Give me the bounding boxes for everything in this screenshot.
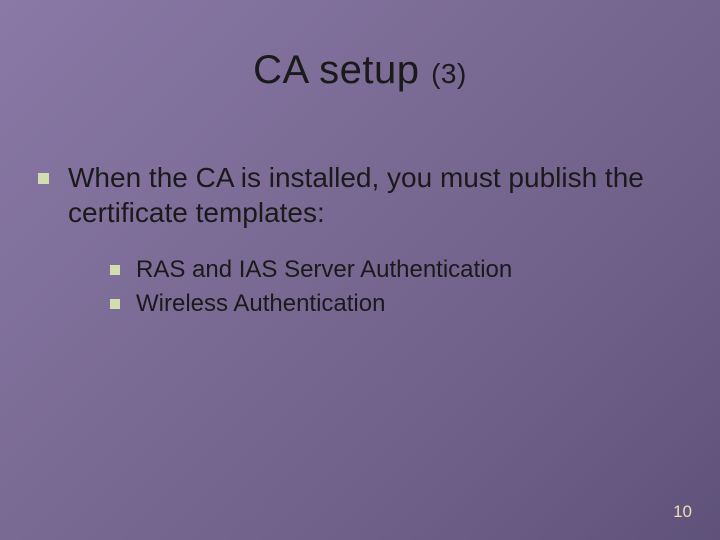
bullet-level2-text: RAS and IAS Server Authentication <box>136 256 512 283</box>
slide-body: When the CA is installed, you must publi… <box>38 160 680 323</box>
square-bullet-icon <box>38 173 49 184</box>
page-number: 10 <box>673 502 692 522</box>
bullet-level2: RAS and IAS Server Authentication <box>110 254 680 286</box>
bullet-level2-group: RAS and IAS Server Authentication Wirele… <box>38 254 680 321</box>
bullet-level1-text: When the CA is installed, you must publi… <box>68 162 644 228</box>
bullet-level1: When the CA is installed, you must publi… <box>38 160 680 230</box>
square-bullet-icon <box>110 265 120 275</box>
square-bullet-icon <box>110 299 120 309</box>
title-sub: (3) <box>431 58 467 89</box>
bullet-level2: Wireless Authentication <box>110 288 680 320</box>
slide-title: CA setup (3) <box>0 48 720 93</box>
title-main: CA setup <box>253 48 431 92</box>
slide: CA setup (3) When the CA is installed, y… <box>0 0 720 540</box>
bullet-level2-text: Wireless Authentication <box>136 290 385 317</box>
